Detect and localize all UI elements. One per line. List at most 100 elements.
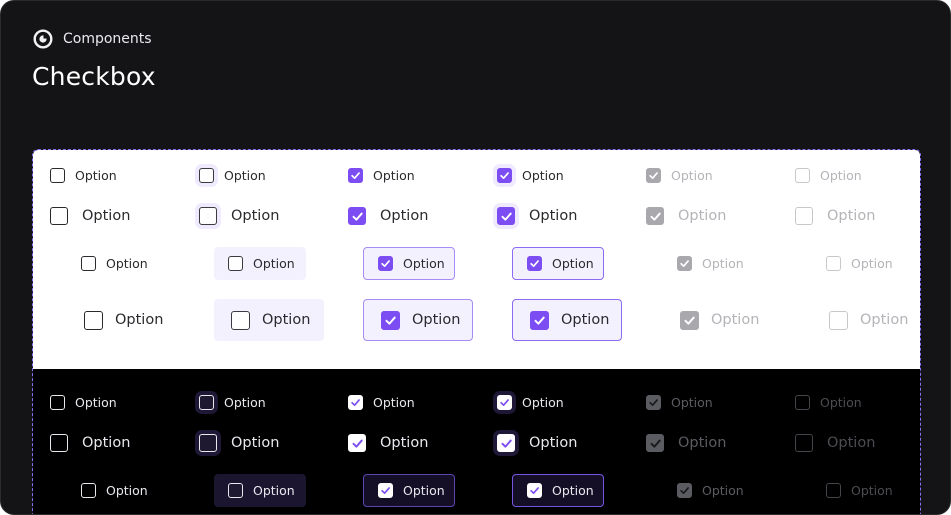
dark-checkbox-lg-checked[interactable]: Option: [363, 473, 455, 507]
checkbox-box[interactable]: [231, 310, 250, 330]
checkbox-box[interactable]: [646, 434, 664, 452]
checkbox-box[interactable]: [527, 255, 542, 271]
light-checkbox-md-hover[interactable]: Option: [199, 206, 279, 226]
checkbox-box[interactable]: [646, 207, 664, 225]
checkbox-box[interactable]: [497, 394, 512, 410]
light-checkbox-md-default[interactable]: Option: [50, 206, 130, 226]
light-checkbox-xl-checked[interactable]: Option: [363, 299, 473, 341]
light-checkbox-lg-checked[interactable]: Option: [363, 246, 455, 280]
checkbox-label: Option: [373, 394, 415, 410]
checkbox-label: Option: [522, 167, 564, 183]
dark-checkbox-md-default[interactable]: Option: [50, 433, 130, 453]
checkbox-box[interactable]: [795, 394, 810, 410]
checkbox-label: Option: [262, 312, 311, 328]
checkbox-box[interactable]: [680, 310, 699, 330]
checkbox-box[interactable]: [646, 167, 661, 183]
checkbox-box[interactable]: [348, 394, 363, 410]
checkmark-icon: [680, 486, 689, 494]
checkbox-box[interactable]: [199, 434, 217, 452]
dark-checkbox-sm-checked-hover[interactable]: Option: [497, 392, 564, 412]
checkbox-box[interactable]: [228, 255, 243, 271]
checkmark-icon: [684, 316, 695, 325]
checkbox-box[interactable]: [530, 310, 549, 330]
dark-checkbox-lg-hover[interactable]: Option: [214, 473, 306, 507]
checkbox-box[interactable]: [228, 482, 243, 498]
light-checkbox-lg-checked-hover[interactable]: Option: [512, 246, 604, 280]
checkbox-box[interactable]: [81, 255, 96, 271]
checkbox-box[interactable]: [81, 482, 96, 498]
light-checkbox-sm-checked[interactable]: Option: [348, 165, 415, 185]
checkbox-box[interactable]: [527, 482, 542, 498]
checkbox-label: Option: [678, 208, 727, 224]
checkbox-box[interactable]: [497, 434, 515, 452]
dark-checkbox-md-hover[interactable]: Option: [199, 433, 279, 453]
checkbox-box[interactable]: [829, 310, 848, 330]
checkbox-label: Option: [253, 482, 295, 498]
checkbox-box[interactable]: [826, 482, 841, 498]
light-checkbox-sm-checked-hover[interactable]: Option: [497, 165, 564, 185]
checkbox-label: Option: [851, 482, 893, 498]
checkmark-icon: [351, 398, 360, 406]
light-checkbox-lg-default[interactable]: Option: [81, 247, 148, 280]
app-window: Components Checkbox Option Option Option Op…: [0, 0, 951, 515]
checkbox-label: Option: [552, 255, 594, 271]
checkbox-label: Option: [851, 255, 893, 271]
light-checkbox-md-checked-hover[interactable]: Option: [497, 206, 577, 226]
checkbox-box[interactable]: [497, 167, 512, 183]
checkbox-box[interactable]: [795, 167, 810, 183]
dark-checkbox-sm-default[interactable]: Option: [50, 392, 117, 412]
checkbox-box[interactable]: [378, 482, 393, 498]
checkbox-box[interactable]: [795, 434, 813, 452]
components-logo-icon: [33, 29, 53, 49]
checkbox-label: Option: [860, 312, 909, 328]
checkmark-icon: [500, 398, 509, 406]
light-checkbox-sm-default[interactable]: Option: [50, 165, 117, 185]
dark-checkbox-lg-checked-hover[interactable]: Option: [512, 473, 604, 507]
dark-checkbox-md-checked[interactable]: Option: [348, 433, 428, 453]
checkbox-label: Option: [827, 435, 876, 451]
dark-checkbox-md-checked-hover[interactable]: Option: [497, 433, 577, 453]
checkbox-label: Option: [522, 394, 564, 410]
checkbox-box[interactable]: [677, 482, 692, 498]
light-checkbox-xl-default[interactable]: Option: [84, 299, 163, 341]
checkbox-box[interactable]: [497, 207, 515, 225]
checkbox-box[interactable]: [348, 434, 366, 452]
checkbox-box[interactable]: [348, 207, 366, 225]
light-checkbox-sm-disabled-checked: Option: [646, 165, 713, 185]
checkbox-box[interactable]: [199, 207, 217, 225]
checkbox-box[interactable]: [50, 394, 65, 410]
dark-checkbox-sm-checked[interactable]: Option: [348, 392, 415, 412]
checkbox-box[interactable]: [795, 207, 813, 225]
checkbox-label: Option: [529, 435, 578, 451]
checkbox-box[interactable]: [50, 434, 68, 452]
checkbox-box[interactable]: [381, 310, 400, 330]
checkbox-box[interactable]: [378, 255, 393, 271]
light-checkbox-lg-hover[interactable]: Option: [214, 246, 306, 280]
dark-checkbox-lg-default[interactable]: Option: [81, 474, 148, 507]
light-checkbox-sm-hover[interactable]: Option: [199, 165, 266, 185]
checkbox-box[interactable]: [199, 394, 214, 410]
checkbox-box[interactable]: [348, 167, 363, 183]
checkmark-icon: [381, 486, 390, 494]
checkbox-box[interactable]: [199, 167, 214, 183]
checkbox-label: Option: [403, 255, 445, 271]
light-checkbox-xl-hover[interactable]: Option: [214, 299, 324, 341]
checkbox-box[interactable]: [646, 394, 661, 410]
checkbox-label: Option: [380, 208, 429, 224]
checkbox-box[interactable]: [84, 310, 103, 330]
light-checkbox-md-disabled: Option: [795, 206, 875, 226]
checkbox-box[interactable]: [677, 255, 692, 271]
dark-checkbox-lg-disabled-checked: Option: [677, 474, 744, 507]
checkbox-box[interactable]: [826, 255, 841, 271]
checkmark-icon: [381, 259, 390, 267]
light-checkbox-md-disabled-checked: Option: [646, 206, 726, 226]
breadcrumb-label[interactable]: Components: [63, 31, 152, 47]
checkbox-box[interactable]: [50, 207, 68, 225]
dark-checkbox-sm-hover[interactable]: Option: [199, 392, 266, 412]
light-checkbox-xl-checked-hover[interactable]: Option: [512, 299, 622, 341]
dark-checkbox-md-disabled: Option: [795, 433, 875, 453]
dark-theme-panel: Option Option Option Option Option Option Opti…: [33, 369, 920, 514]
checkbox-box[interactable]: [50, 167, 65, 183]
checkbox-label: Option: [827, 208, 876, 224]
light-checkbox-md-checked[interactable]: Option: [348, 206, 428, 226]
